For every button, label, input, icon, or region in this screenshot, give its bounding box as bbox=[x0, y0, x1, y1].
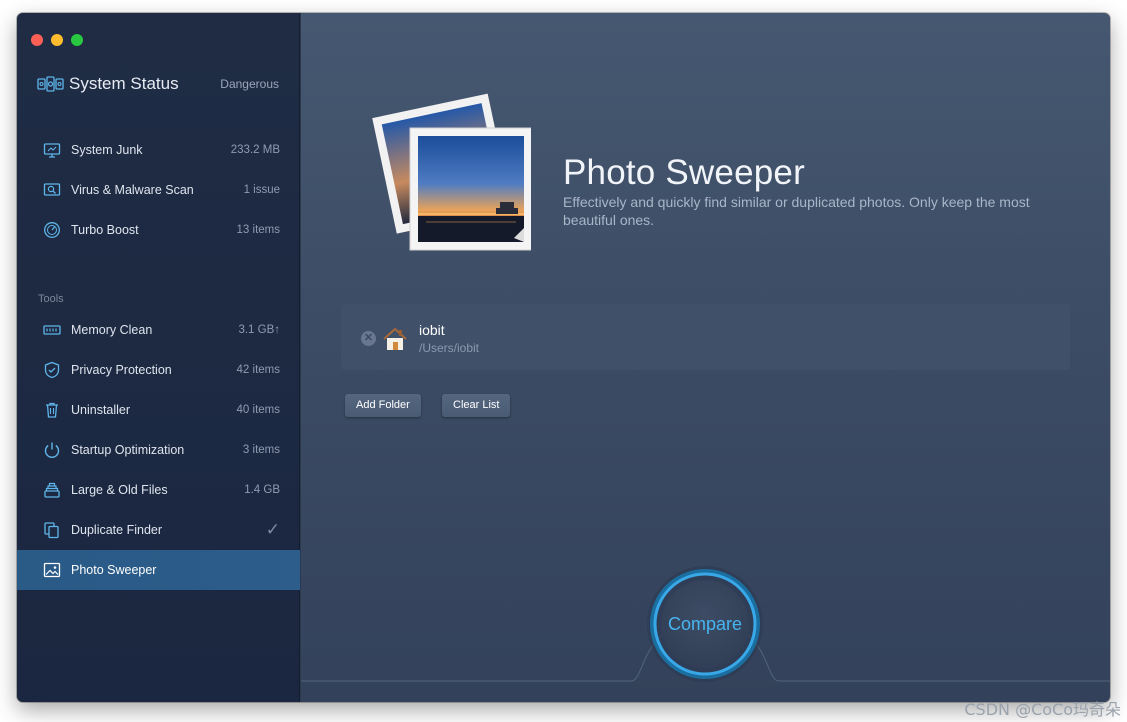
duplicate-files-icon bbox=[43, 521, 61, 539]
remove-folder-icon[interactable]: ✕ bbox=[361, 331, 376, 346]
page-title: Photo Sweeper bbox=[563, 153, 805, 192]
sidebar-item-label: Memory Clean bbox=[71, 323, 153, 337]
nav-tools: Memory Clean 3.1 GB↑ Privacy Protection … bbox=[17, 310, 300, 590]
sidebar-item-startup-optimization[interactable]: Startup Optimization 3 items bbox=[17, 430, 300, 470]
add-folder-button[interactable]: Add Folder bbox=[345, 394, 421, 417]
checkmark-icon: ✓ bbox=[265, 520, 280, 539]
sidebar-item-privacy-protection[interactable]: Privacy Protection 42 items bbox=[17, 350, 300, 390]
sidebar-item-value: 13 items bbox=[236, 224, 280, 236]
compare-button-ring: Compare bbox=[645, 564, 765, 684]
tools-section-label: Tools bbox=[38, 293, 64, 305]
sidebar-item-label: Privacy Protection bbox=[71, 363, 172, 377]
nav-main: System Junk 233.2 MB Virus & Malware Sca… bbox=[17, 130, 300, 250]
sidebar-item-value: 3 items bbox=[242, 444, 280, 456]
sidebar-item-label: Photo Sweeper bbox=[71, 563, 157, 577]
compare-button[interactable]: Compare bbox=[661, 580, 749, 668]
photo-sweeper-hero-icon bbox=[372, 93, 531, 251]
photo-icon bbox=[43, 561, 61, 579]
app-window: System Status Dangerous System Junk 233.… bbox=[17, 13, 1110, 702]
memory-chip-icon bbox=[43, 321, 61, 339]
sidebar-item-large-old-files[interactable]: Large & Old Files 1.4 GB bbox=[17, 470, 300, 510]
sidebar-item-label: Uninstaller bbox=[71, 403, 131, 417]
sidebar-item-value: 1 issue bbox=[243, 184, 280, 196]
sidebar-item-label: Turbo Boost bbox=[71, 223, 139, 237]
sidebar-item-turbo-boost[interactable]: Turbo Boost 13 items bbox=[17, 210, 300, 250]
sidebar-item-value: 1.4 GB bbox=[244, 484, 280, 496]
sidebar-item-value: 40 items bbox=[236, 404, 280, 416]
file-stack-icon bbox=[43, 481, 61, 499]
home-folder-icon bbox=[383, 327, 407, 350]
page-description: Effectively and quickly find similar or … bbox=[563, 194, 1030, 228]
trash-icon bbox=[43, 401, 61, 419]
sidebar-item-label: Duplicate Finder bbox=[71, 523, 163, 537]
sidebar: System Status Dangerous System Junk 233.… bbox=[17, 13, 300, 702]
sidebar-item-value: 3.1 GB↑ bbox=[238, 324, 280, 336]
main-panel: Photo Sweeper Effectively and quickly fi… bbox=[301, 13, 1110, 702]
sidebar-item-uninstaller[interactable]: Uninstaller 40 items bbox=[17, 390, 300, 430]
sidebar-item-virus-scan[interactable]: Virus & Malware Scan 1 issue bbox=[17, 170, 300, 210]
folder-path: /Users/iobit bbox=[419, 341, 480, 355]
folder-name: iobit bbox=[419, 322, 445, 338]
speedometer-icon bbox=[43, 221, 61, 239]
shield-icon bbox=[43, 361, 61, 379]
sidebar-item-label: System Junk bbox=[71, 143, 143, 157]
clear-list-button[interactable]: Clear List bbox=[442, 394, 511, 417]
sidebar-item-label: Large & Old Files bbox=[71, 483, 168, 497]
sidebar-item-value: 42 items bbox=[236, 364, 280, 376]
window-controls bbox=[31, 34, 83, 46]
magnifier-icon bbox=[43, 181, 61, 199]
list-item[interactable]: ✕ iobit /Users/iobit bbox=[361, 322, 479, 355]
close-window-button[interactable] bbox=[31, 34, 43, 46]
monitor-icon bbox=[43, 141, 61, 159]
folder-list: ✕ iobit /Users/iobit bbox=[341, 304, 1070, 370]
zoom-window-button[interactable] bbox=[71, 34, 83, 46]
sidebar-item-duplicate-finder[interactable]: Duplicate Finder ✓ bbox=[17, 510, 300, 550]
power-icon bbox=[43, 441, 61, 459]
watermark-text: CSDN @CoCo玛奇朵 bbox=[964, 700, 1121, 719]
system-status-icon bbox=[37, 76, 64, 92]
sidebar-item-label: Virus & Malware Scan bbox=[71, 183, 194, 197]
sidebar-item-system-junk[interactable]: System Junk 233.2 MB bbox=[17, 130, 300, 170]
sidebar-item-photo-sweeper[interactable]: Photo Sweeper bbox=[17, 550, 300, 590]
sidebar-item-memory-clean[interactable]: Memory Clean 3.1 GB↑ bbox=[17, 310, 300, 350]
minimize-window-button[interactable] bbox=[51, 34, 63, 46]
system-status-title: System Status bbox=[69, 74, 179, 93]
sidebar-item-label: Startup Optimization bbox=[71, 443, 185, 457]
system-status-row[interactable]: System Status Dangerous bbox=[37, 73, 279, 95]
system-status-value: Dangerous bbox=[220, 77, 279, 91]
sidebar-item-value: 233.2 MB bbox=[230, 144, 280, 156]
